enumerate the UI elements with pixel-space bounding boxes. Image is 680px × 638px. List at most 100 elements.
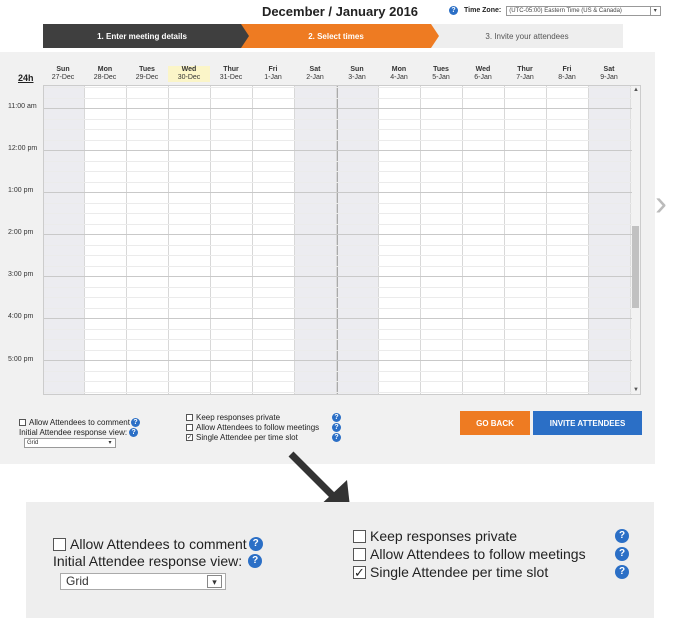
day-column[interactable] xyxy=(127,86,169,394)
grid-row-line xyxy=(44,171,632,172)
allow-comment-option-zoom[interactable]: Allow Attendees to comment ? xyxy=(53,536,263,552)
single-attendee-checkbox[interactable]: ✓ xyxy=(186,434,193,441)
timezone-label: Time Zone: xyxy=(464,7,502,14)
response-view-select-zoom[interactable]: Grid ▾ xyxy=(60,573,226,590)
day-column[interactable] xyxy=(547,86,589,394)
response-view-select[interactable]: Grid ▾ xyxy=(24,438,116,448)
help-icon[interactable]: ? xyxy=(248,537,263,551)
day-header: Sun 27-Dec xyxy=(42,66,84,82)
day-header: Fri 1-Jan xyxy=(252,66,294,82)
day-header: Wed 6-Jan xyxy=(462,66,504,82)
day-column[interactable] xyxy=(421,86,463,394)
help-icon[interactable]: ? xyxy=(615,529,629,543)
time-label: 11:00 am xyxy=(8,103,37,110)
day-date: 3-Jan xyxy=(348,74,366,81)
day-column[interactable] xyxy=(589,86,631,394)
day-name: Mon xyxy=(391,66,407,73)
step-select-times[interactable]: 2. Select times xyxy=(241,24,431,48)
allow-follow-checkbox-zoom[interactable] xyxy=(353,547,366,561)
help-icon[interactable]: ? xyxy=(615,547,629,561)
grid-row-line xyxy=(44,139,632,141)
day-column[interactable] xyxy=(337,86,379,394)
keep-private-option-zoom[interactable]: Keep responses private xyxy=(353,528,517,544)
grid-hour-line xyxy=(44,276,632,277)
keep-private-checkbox[interactable] xyxy=(186,414,193,421)
keep-private-label: Keep responses private xyxy=(196,413,281,422)
chevron-down-icon: ▾ xyxy=(207,575,222,588)
day-date: 31-Dec xyxy=(219,74,243,81)
wizard-steps: 1. Enter meeting details 2. Select times… xyxy=(43,24,623,48)
keep-private-option[interactable]: Keep responses private xyxy=(186,413,280,422)
allow-comment-checkbox[interactable] xyxy=(19,419,26,426)
invite-attendees-button[interactable]: INVITE ATTENDEES xyxy=(533,411,642,435)
keep-private-checkbox-zoom[interactable] xyxy=(353,529,366,543)
step-enter-details[interactable]: 1. Enter meeting details xyxy=(43,24,241,48)
next-week-icon[interactable]: › xyxy=(655,182,680,242)
single-attendee-checkbox-zoom[interactable]: ✓ xyxy=(353,565,366,579)
help-icon[interactable]: ? xyxy=(248,554,263,568)
help-icon[interactable]: ? xyxy=(332,413,341,422)
allow-comment-checkbox-zoom[interactable] xyxy=(53,537,66,551)
grid-hour-line xyxy=(44,150,632,151)
day-column[interactable] xyxy=(85,86,127,394)
timezone-select[interactable]: (UTC-05:00) Eastern Time (US & Canada) ▾ xyxy=(506,5,662,16)
day-column[interactable] xyxy=(169,86,211,394)
scroll-down-icon[interactable]: ▼ xyxy=(631,387,640,393)
help-icon[interactable]: ? xyxy=(332,433,341,442)
day-column[interactable] xyxy=(253,86,295,394)
grid-row-line xyxy=(44,286,632,288)
grid-hour-line xyxy=(44,318,632,319)
time-label: 1:00 pm xyxy=(8,187,34,194)
grid-row-line xyxy=(44,370,632,372)
grid-row-line xyxy=(44,339,632,340)
allow-follow-label: Allow Attendees to follow meetings xyxy=(196,423,320,432)
grid-row-line xyxy=(44,160,632,162)
allow-follow-option[interactable]: Allow Attendees to follow meetings xyxy=(186,423,319,432)
scroll-up-icon[interactable]: ▲ xyxy=(631,87,640,93)
day-column[interactable] xyxy=(463,86,505,394)
grid-row-line xyxy=(44,244,632,246)
help-icon[interactable]: ? xyxy=(129,428,139,437)
help-icon[interactable]: ? xyxy=(449,6,458,15)
single-attendee-option-zoom[interactable]: ✓ Single Attendee per time slot xyxy=(353,564,548,580)
step-arrow-2 xyxy=(431,24,439,48)
day-column[interactable] xyxy=(505,86,547,394)
day-date: 6-Jan xyxy=(474,74,492,81)
time-format-toggle[interactable]: 24h xyxy=(18,73,34,83)
step-invite-attendees[interactable]: 3. Invite your attendees xyxy=(431,24,623,48)
grid-row-line xyxy=(44,223,632,225)
grid-row-line xyxy=(44,129,632,130)
day-column[interactable] xyxy=(211,86,253,394)
response-view-label: Initial Attendee response view: xyxy=(19,428,128,437)
time-label: 4:00 pm xyxy=(8,313,34,320)
day-header: Thur 7-Jan xyxy=(504,66,546,82)
help-icon[interactable]: ? xyxy=(130,418,140,427)
day-name: Tues xyxy=(139,66,155,73)
grid-hour-line xyxy=(44,234,632,235)
help-icon[interactable]: ? xyxy=(615,565,629,579)
day-column[interactable] xyxy=(379,86,421,394)
day-header: Thur 31-Dec xyxy=(210,66,252,82)
allow-follow-checkbox[interactable] xyxy=(186,424,193,431)
day-name: Fri xyxy=(562,66,572,73)
grid-row-line xyxy=(44,391,632,393)
day-name: Thur xyxy=(223,66,239,73)
go-back-button[interactable]: GO BACK xyxy=(460,411,530,435)
day-name: Sun xyxy=(350,66,364,73)
allow-follow-option-zoom[interactable]: Allow Attendees to follow meetings xyxy=(353,546,586,562)
day-column[interactable] xyxy=(44,86,85,394)
time-grid[interactable]: ▲ ▼ xyxy=(43,85,641,395)
day-date: 29-Dec xyxy=(135,74,159,81)
step-arrow-1 xyxy=(241,24,249,48)
day-column[interactable] xyxy=(295,86,337,394)
single-attendee-option[interactable]: ✓ Single Attendee per time slot xyxy=(186,433,298,442)
day-date: 28-Dec xyxy=(93,74,117,81)
grid-scrollbar[interactable]: ▲ ▼ xyxy=(630,86,640,394)
day-date: 7-Jan xyxy=(516,74,534,81)
grid-hour-line xyxy=(44,192,632,193)
help-icon[interactable]: ? xyxy=(332,423,341,432)
scroll-thumb[interactable] xyxy=(632,226,639,308)
single-attendee-label: Single Attendee per time slot xyxy=(196,433,298,442)
allow-comment-option[interactable]: Allow Attendees to comment ? xyxy=(19,418,140,427)
chevron-down-icon: ▾ xyxy=(650,6,659,15)
